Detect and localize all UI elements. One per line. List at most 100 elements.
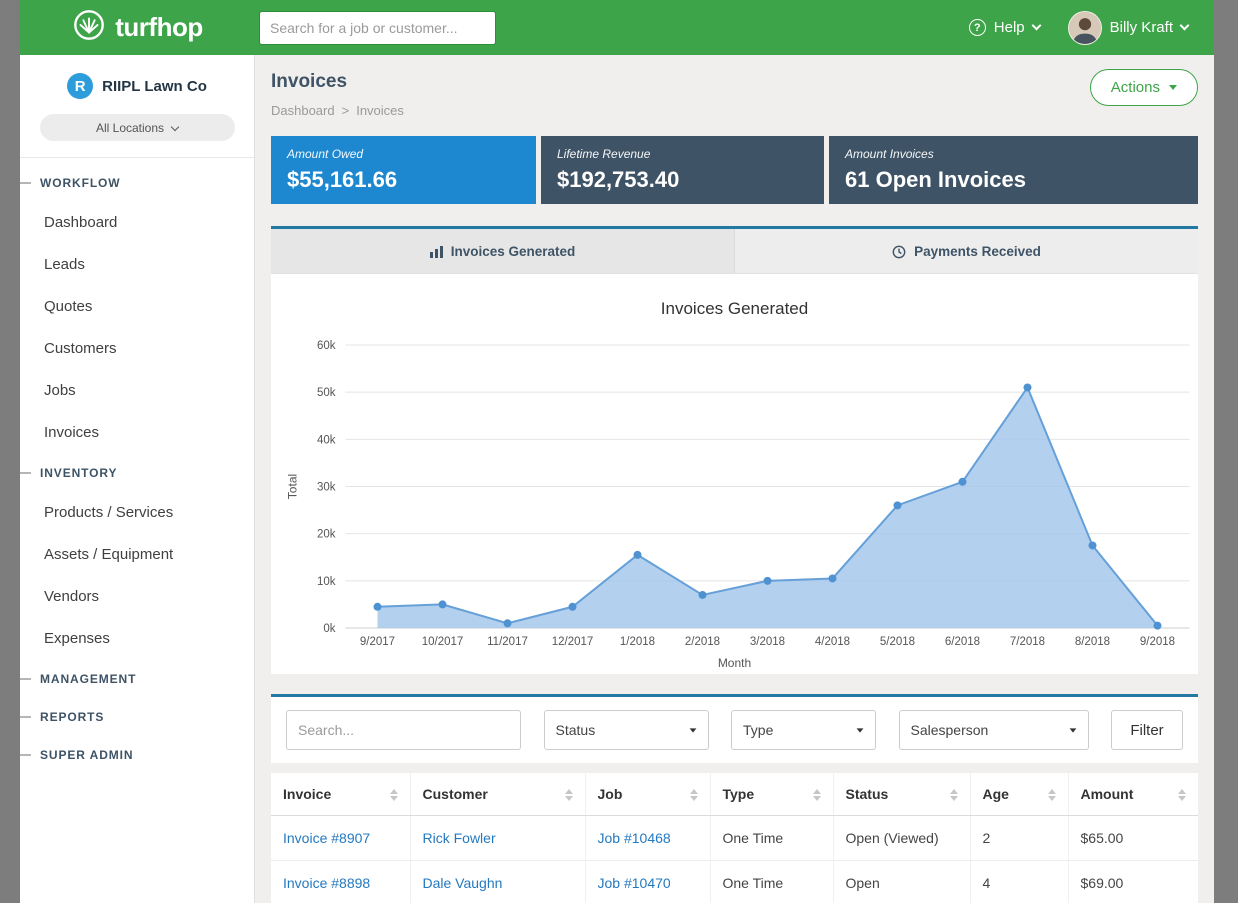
caret-down-icon <box>1169 85 1177 90</box>
sort-icon[interactable] <box>1048 789 1056 801</box>
column-header-amount[interactable]: Amount <box>1068 773 1198 816</box>
status-filter-select[interactable]: Status <box>544 710 709 750</box>
sidebar-item-expenses[interactable]: Expenses <box>20 618 254 660</box>
section-dash-icon <box>20 472 31 474</box>
tab-label: Invoices Generated <box>451 244 576 259</box>
select-value: Status <box>556 722 596 738</box>
column-header-type[interactable]: Type <box>710 773 833 816</box>
cell-text: 4 <box>983 875 991 891</box>
cell-status: Open (Viewed) <box>833 816 970 861</box>
user-menu[interactable]: Billy Kraft <box>1068 11 1188 45</box>
top-header: turfhop ? Help Billy Kraft <box>20 0 1214 55</box>
sidebar-item-leads[interactable]: Leads <box>20 244 254 286</box>
sort-icon[interactable] <box>950 789 958 801</box>
column-label: Type <box>723 786 755 802</box>
brand-logo[interactable]: turfhop <box>20 8 255 47</box>
page-head: Invoices Dashboard>Invoices Actions <box>271 69 1198 118</box>
sidebar-item-quotes[interactable]: Quotes <box>20 286 254 328</box>
cell-link[interactable]: Dale Vaughn <box>423 875 503 891</box>
column-label: Amount <box>1081 786 1134 802</box>
section-dash-icon <box>20 754 31 756</box>
column-header-job[interactable]: Job <box>585 773 710 816</box>
tab-payments-received[interactable]: Payments Received <box>735 229 1198 273</box>
stat-label: Amount Invoices <box>845 147 1182 161</box>
sidebar-item-products-services[interactable]: Products / Services <box>20 492 254 534</box>
cell-text: One Time <box>723 875 784 891</box>
cell-age: 4 <box>970 861 1068 903</box>
table-row: Invoice #8907Rick FowlerJob #10468One Ti… <box>271 816 1198 861</box>
filter-button[interactable]: Filter <box>1111 710 1183 750</box>
cell-link[interactable]: Rick Fowler <box>423 830 496 846</box>
column-header-customer[interactable]: Customer <box>410 773 585 816</box>
chart-tabs: Invoices Generated Payments Received <box>271 229 1198 274</box>
clock-icon <box>892 245 906 259</box>
table-header-row: InvoiceCustomerJob Type Status Age Amount <box>271 773 1198 816</box>
actions-button[interactable]: Actions <box>1090 69 1198 106</box>
svg-text:50k: 50k <box>317 387 336 399</box>
chevron-down-icon <box>1031 21 1041 31</box>
sort-icon[interactable] <box>813 789 821 801</box>
help-menu[interactable]: ? Help <box>969 19 1040 36</box>
sort-icon[interactable] <box>1178 789 1186 801</box>
company-logo-badge: R <box>67 73 93 99</box>
user-avatar <box>1068 11 1102 45</box>
sort-icon[interactable] <box>390 789 398 801</box>
select-value: Type <box>743 722 773 738</box>
table-search-input[interactable] <box>286 710 521 750</box>
sidebar-item-assets-equipment[interactable]: Assets / Equipment <box>20 534 254 576</box>
column-header-age[interactable]: Age <box>970 773 1068 816</box>
cell-link[interactable]: Job #10468 <box>598 830 671 846</box>
sidebar-item-jobs[interactable]: Jobs <box>20 370 254 412</box>
cell-link[interactable]: Job #10470 <box>598 875 671 891</box>
cell-link[interactable]: Invoice #8898 <box>283 875 370 891</box>
sort-icon[interactable] <box>565 789 573 801</box>
sidebar-item-customers[interactable]: Customers <box>20 328 254 370</box>
cell-age: 2 <box>970 816 1068 861</box>
svg-text:11/2017: 11/2017 <box>487 636 528 648</box>
cell-job: Job #10468 <box>585 816 710 861</box>
svg-text:5/2018: 5/2018 <box>880 636 915 648</box>
chevron-down-icon <box>171 122 179 130</box>
select-value: Salesperson <box>911 722 989 738</box>
svg-text:12/2017: 12/2017 <box>552 636 594 648</box>
sidebar-item-invoices[interactable]: Invoices <box>20 412 254 454</box>
section-dash-icon <box>20 182 31 184</box>
svg-text:7/2018: 7/2018 <box>1010 636 1045 648</box>
nav-section-super-admin: SUPER ADMIN <box>20 736 254 774</box>
svg-text:0k: 0k <box>323 623 335 635</box>
cell-amount: $65.00 <box>1068 816 1198 861</box>
svg-text:Total: Total <box>286 474 300 499</box>
sort-icon[interactable] <box>690 789 698 801</box>
cell-link[interactable]: Invoice #8907 <box>283 830 370 846</box>
invoices-table-grid: InvoiceCustomerJobTypeStatusAgeAmountInv… <box>271 773 1198 903</box>
stat-label: Amount Owed <box>287 147 520 161</box>
user-name: Billy Kraft <box>1110 19 1173 36</box>
cell-amount: $69.00 <box>1068 861 1198 903</box>
bar-chart-icon <box>430 245 443 258</box>
breadcrumb-invoices: Invoices <box>356 103 404 118</box>
stat-card-amount-owed: Amount Owed$55,161.66 <box>271 136 536 204</box>
svg-text:Month: Month <box>718 656 751 670</box>
column-header-invoice[interactable]: Invoice <box>271 773 410 816</box>
help-icon: ? <box>969 19 986 36</box>
column-label: Status <box>846 786 889 802</box>
sidebar-item-vendors[interactable]: Vendors <box>20 576 254 618</box>
sidebar-item-dashboard[interactable]: Dashboard <box>20 202 254 244</box>
stat-card-lifetime-revenue: Lifetime Revenue$192,753.40 <box>541 136 824 204</box>
column-header-status[interactable]: Status <box>833 773 970 816</box>
app: turfhop ? Help Billy Kraft <box>20 0 1214 903</box>
breadcrumb: Dashboard>Invoices <box>271 103 404 118</box>
salesperson-filter-select[interactable]: Salesperson <box>899 710 1089 750</box>
type-filter-select[interactable]: Type <box>731 710 876 750</box>
tab-invoices-generated[interactable]: Invoices Generated <box>271 229 735 273</box>
turfhop-logo-icon <box>72 8 106 47</box>
svg-text:Invoices Generated: Invoices Generated <box>661 299 808 318</box>
cell-status: Open <box>833 861 970 903</box>
location-selector[interactable]: All Locations <box>40 114 235 141</box>
svg-text:10/2017: 10/2017 <box>422 636 464 648</box>
column-label: Age <box>983 786 1009 802</box>
filter-bar: Status Type Salesperson Filter <box>271 694 1198 763</box>
breadcrumb-dashboard[interactable]: Dashboard <box>271 103 335 118</box>
company-header: R RIIPL Lawn Co <box>20 73 254 99</box>
global-search-input[interactable] <box>259 11 496 45</box>
